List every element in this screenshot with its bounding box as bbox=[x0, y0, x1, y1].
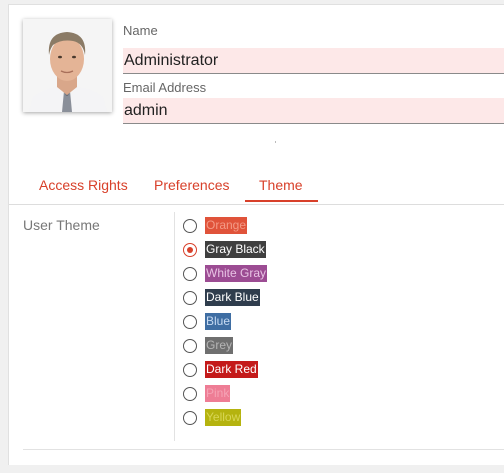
email-field[interactable]: admin bbox=[123, 98, 504, 124]
theme-swatch-label: Yellow bbox=[205, 409, 242, 426]
user-form-card: Name Administrator Email Address admin A… bbox=[8, 4, 504, 465]
user-avatar[interactable] bbox=[23, 19, 112, 112]
radio-button[interactable] bbox=[183, 219, 197, 233]
email-label: Email Address bbox=[123, 80, 207, 95]
radio-button[interactable] bbox=[183, 243, 197, 257]
radio-button[interactable] bbox=[183, 315, 197, 329]
theme-swatch-label: Grey bbox=[205, 337, 234, 354]
user-theme-label: User Theme bbox=[23, 217, 100, 233]
theme-swatch-label: Gray Black bbox=[205, 241, 266, 258]
radio-button[interactable] bbox=[183, 387, 197, 401]
radio-button[interactable] bbox=[183, 267, 197, 281]
theme-swatch-label: Dark Red bbox=[205, 361, 258, 378]
radio-button[interactable] bbox=[183, 291, 197, 305]
tab-theme[interactable]: Theme bbox=[259, 177, 303, 193]
radio-button[interactable] bbox=[183, 339, 197, 353]
theme-swatch-label: Orange bbox=[205, 217, 248, 234]
tab-preferences[interactable]: Preferences bbox=[154, 177, 229, 193]
tab-access-rights[interactable]: Access Rights bbox=[39, 177, 128, 193]
radio-button[interactable] bbox=[183, 411, 197, 425]
theme-swatch-label: Dark Blue bbox=[205, 289, 260, 306]
radio-button[interactable] bbox=[183, 363, 197, 377]
bottom-divider bbox=[23, 449, 504, 450]
theme-swatch-label: Pink bbox=[205, 385, 231, 402]
section-divider bbox=[174, 212, 175, 441]
divider-dot bbox=[275, 141, 276, 143]
user-photo bbox=[23, 19, 112, 112]
active-tab-indicator bbox=[245, 200, 318, 202]
theme-swatch-label: White Gray bbox=[205, 265, 268, 282]
name-field[interactable]: Administrator bbox=[123, 48, 504, 74]
name-label: Name bbox=[123, 23, 158, 38]
theme-swatch-label: Blue bbox=[205, 313, 232, 330]
